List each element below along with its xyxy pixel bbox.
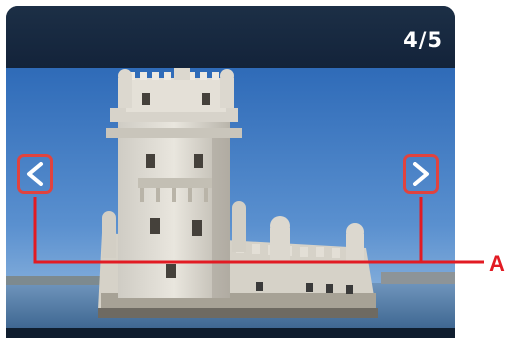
callout-label: A	[489, 251, 505, 276]
next-photo-button[interactable]	[403, 154, 439, 194]
previous-photo-button[interactable]	[17, 154, 53, 194]
top-bar: 4/5	[6, 6, 455, 68]
photo-preview[interactable]	[6, 68, 455, 330]
tower-photo	[6, 68, 455, 330]
page-counter: 4/5	[403, 28, 443, 52]
bottom-bar	[6, 328, 455, 338]
device-screen: 4/5	[6, 6, 455, 338]
chevron-right-icon	[413, 162, 429, 186]
chevron-left-icon	[27, 162, 43, 186]
